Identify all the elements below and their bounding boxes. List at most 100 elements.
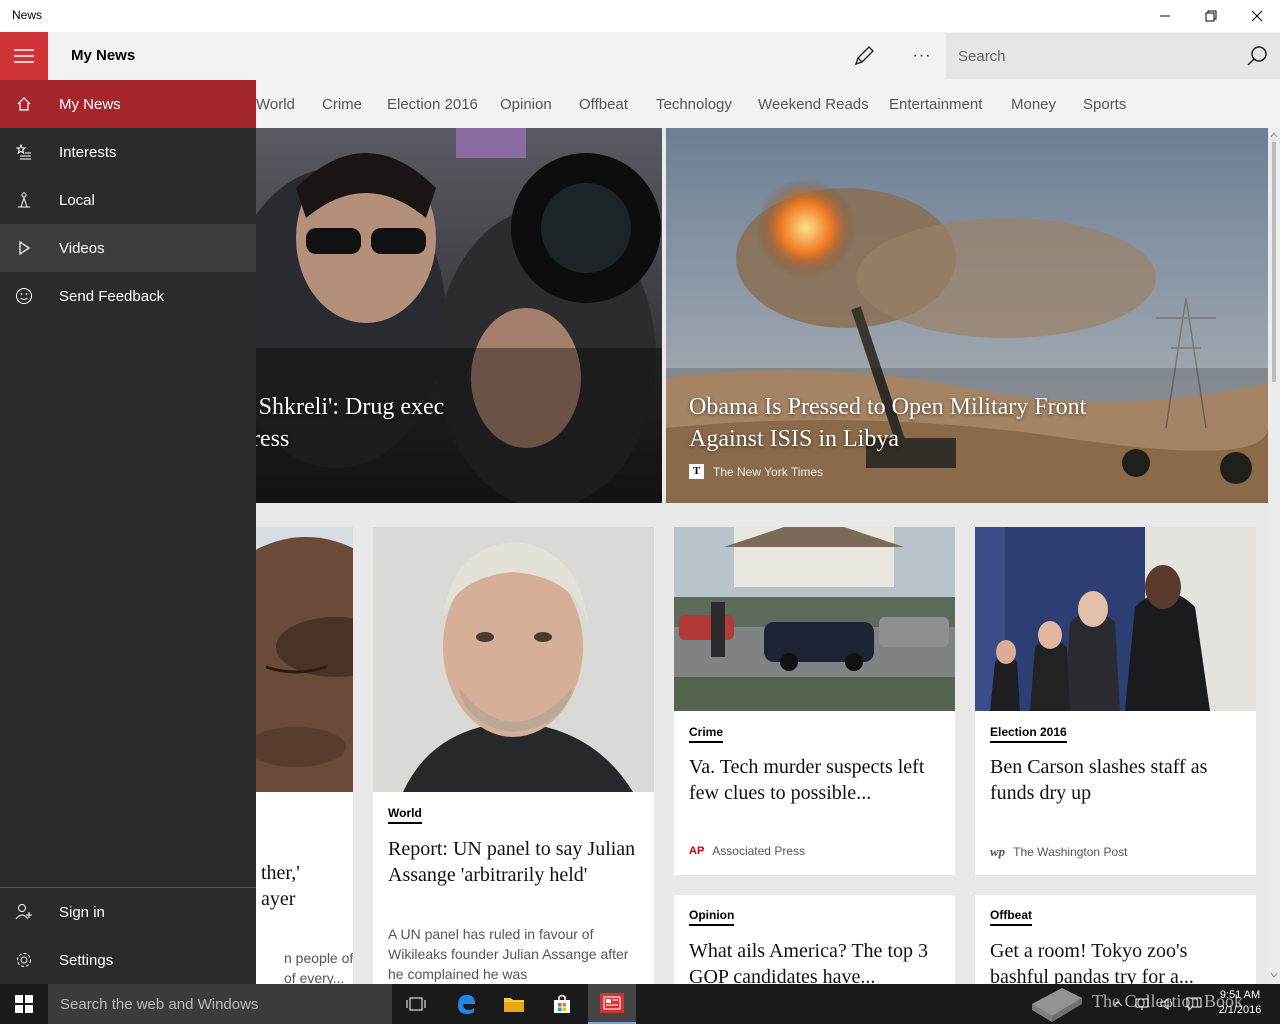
pencil-icon bbox=[854, 46, 874, 66]
restore-button[interactable] bbox=[1188, 0, 1234, 32]
story-card-offbeat[interactable]: Offbeat Get a room! Tokyo zoo's bashful … bbox=[975, 895, 1256, 984]
store-button[interactable] bbox=[538, 984, 586, 1024]
scrollbar-track bbox=[1270, 132, 1278, 978]
action-center-icon[interactable] bbox=[1186, 997, 1202, 1011]
more-button[interactable]: ··· bbox=[906, 40, 938, 72]
edge-button[interactable] bbox=[442, 984, 490, 1024]
taskbar-clock[interactable]: 9:51 AM 2/1/2016 bbox=[1208, 988, 1272, 1018]
tab-crime[interactable]: Crime bbox=[322, 96, 362, 113]
nyt-logo-icon: T bbox=[689, 464, 704, 479]
search-icon[interactable] bbox=[1246, 45, 1268, 67]
scrollbar-thumb bbox=[1272, 142, 1276, 382]
story-headline: Get a room! Tokyo zoo's bashful pandas t… bbox=[990, 940, 1194, 984]
hero-source: The New York Times bbox=[713, 464, 824, 479]
close-icon bbox=[1251, 10, 1263, 22]
tab-world[interactable]: World bbox=[256, 96, 295, 113]
news-feed: r. Shkreli': Drug exec gress Obam bbox=[256, 128, 1280, 984]
nav-item-interests[interactable]: Interests bbox=[0, 128, 256, 176]
story-image bbox=[975, 527, 1256, 711]
story-category[interactable]: World bbox=[388, 806, 422, 824]
story-card-assange[interactable]: World Report: UN panel to say Julian Ass… bbox=[373, 527, 654, 984]
hero-headline: r. Shkreli': Drug exec bbox=[256, 394, 445, 420]
close-button[interactable] bbox=[1234, 0, 1280, 32]
story-summary-line2: of every... bbox=[284, 970, 345, 984]
nav-item-label: Settings bbox=[59, 951, 114, 969]
window-title: News bbox=[12, 8, 43, 22]
tab-offbeat[interactable]: Offbeat bbox=[579, 96, 628, 113]
nav-item-settings[interactable]: Settings bbox=[0, 936, 256, 984]
taskbar-search[interactable] bbox=[48, 984, 392, 1024]
hero-story-shkreli[interactable]: r. Shkreli': Drug exec gress bbox=[256, 128, 662, 503]
restore-icon bbox=[1205, 10, 1217, 22]
tab-money[interactable]: Money bbox=[1011, 96, 1056, 113]
nav-item-label: Videos bbox=[59, 239, 105, 257]
hero-story-libya[interactable]: Obama Is Pressed to Open Military Front … bbox=[666, 128, 1268, 503]
story-summary: A UN panel has ruled in favour of Wikile… bbox=[388, 926, 629, 982]
story-image bbox=[373, 527, 654, 792]
nav-item-send-feedback[interactable]: Send Feedback bbox=[0, 272, 256, 320]
tab-election-2016[interactable]: Election 2016 bbox=[387, 96, 478, 113]
tab-opinion[interactable]: Opinion bbox=[500, 96, 552, 113]
book-icon bbox=[1032, 988, 1082, 1022]
story-headline: Report: UN panel to say Julian Assange '… bbox=[388, 838, 636, 886]
windows-logo-icon bbox=[15, 995, 33, 1013]
minimize-button[interactable] bbox=[1142, 0, 1188, 32]
story-source: The Washington Post bbox=[1013, 845, 1128, 859]
tab-entertainment[interactable]: Entertainment bbox=[889, 96, 982, 113]
store-icon bbox=[554, 994, 570, 1013]
story-headline: What ails America? The top 3 GOP candida… bbox=[689, 940, 928, 984]
edge-icon bbox=[458, 995, 475, 1014]
play-icon bbox=[0, 224, 48, 272]
page-title: My News bbox=[71, 47, 136, 64]
search-input[interactable] bbox=[946, 33, 1236, 79]
nav-item-videos[interactable]: Videos bbox=[0, 224, 256, 272]
title-bar: News bbox=[0, 0, 1280, 32]
file-explorer-button[interactable] bbox=[490, 984, 538, 1024]
scrollbar[interactable] bbox=[1268, 128, 1280, 984]
story-card-election[interactable]: Election 2016 Ben Carson slashes staff a… bbox=[975, 527, 1256, 875]
nav-item-label: Send Feedback bbox=[59, 287, 165, 305]
task-view-button[interactable] bbox=[392, 984, 440, 1024]
start-button[interactable] bbox=[0, 984, 48, 1024]
gear-icon bbox=[0, 936, 48, 984]
story-card[interactable]: ther,' ayer n people of of every... bbox=[256, 527, 353, 984]
story-category[interactable]: Offbeat bbox=[990, 908, 1032, 926]
tab-sports[interactable]: Sports bbox=[1083, 96, 1126, 113]
chevron-up-icon[interactable] bbox=[1112, 998, 1124, 1010]
story-headline: Ben Carson slashes staff as funds dry up bbox=[990, 756, 1208, 804]
nav-item-sign-in[interactable]: Sign in bbox=[0, 888, 256, 936]
story-image bbox=[674, 527, 955, 711]
local-icon bbox=[0, 176, 48, 224]
folder-icon bbox=[504, 998, 524, 1012]
story-image bbox=[256, 527, 353, 792]
task-view-icon bbox=[406, 997, 426, 1011]
star-list-icon bbox=[0, 128, 48, 176]
nav-item-label: My News bbox=[59, 95, 121, 113]
tab-technology[interactable]: Technology bbox=[656, 96, 732, 113]
tab-weekend-reads[interactable]: Weekend Reads bbox=[758, 96, 869, 113]
system-tray bbox=[1112, 996, 1202, 1012]
story-source: Associated Press bbox=[712, 844, 805, 858]
search-box[interactable] bbox=[946, 33, 1280, 79]
news-app-taskbar-button[interactable] bbox=[588, 984, 636, 1024]
network-icon[interactable] bbox=[1134, 997, 1150, 1011]
taskbar-search-input[interactable] bbox=[48, 984, 392, 1024]
news-icon bbox=[600, 993, 624, 1013]
hamburger-button[interactable] bbox=[0, 32, 48, 80]
edit-button[interactable] bbox=[848, 40, 880, 72]
story-card-opinion[interactable]: Opinion What ails America? The top 3 GOP… bbox=[674, 895, 955, 984]
clock-time: 9:51 AM bbox=[1219, 989, 1261, 1001]
story-category[interactable]: Opinion bbox=[689, 908, 735, 926]
person-add-icon bbox=[0, 888, 48, 936]
story-category[interactable]: Election 2016 bbox=[990, 725, 1067, 743]
smiley-icon bbox=[0, 272, 48, 320]
volume-icon[interactable] bbox=[1160, 997, 1176, 1011]
home-icon bbox=[0, 80, 48, 128]
nav-item-local[interactable]: Local bbox=[0, 176, 256, 224]
story-category[interactable]: Crime bbox=[689, 725, 724, 743]
nav-item-label: Sign in bbox=[59, 903, 105, 921]
nav-item-label: Local bbox=[59, 191, 95, 209]
nav-item-my-news[interactable]: My News bbox=[0, 80, 256, 128]
hero-headline: Obama Is Pressed to Open Military Front … bbox=[689, 394, 1087, 452]
story-card-crime[interactable]: Crime Va. Tech murder suspects left few … bbox=[674, 527, 955, 875]
